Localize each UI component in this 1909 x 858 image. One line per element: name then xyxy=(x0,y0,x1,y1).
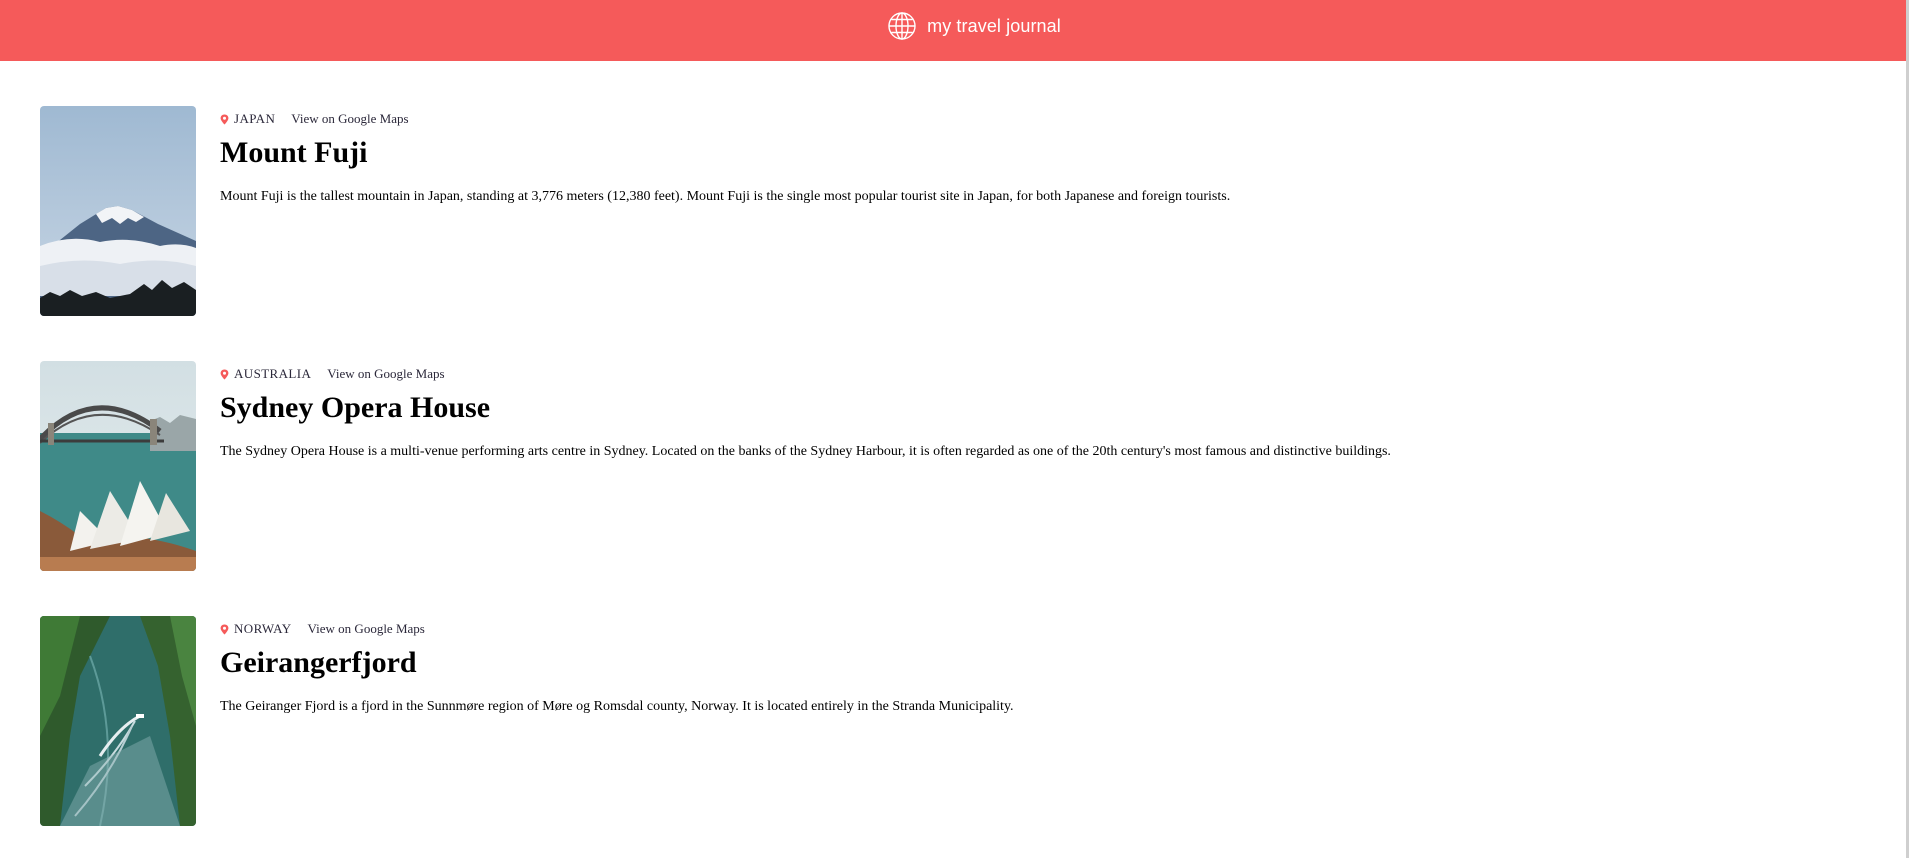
entry-description: Mount Fuji is the tallest mountain in Ja… xyxy=(220,189,1231,204)
brand: my travel journal xyxy=(887,11,1061,41)
journal-entry: AUSTRALIA View on Google Maps Sydney Ope… xyxy=(40,361,1860,571)
entry-info: NORWAY View on Google Maps Geirangerfjor… xyxy=(220,616,1820,716)
entry-photo-sydney-opera-house xyxy=(40,361,196,571)
entry-meta: AUSTRALIA View on Google Maps xyxy=(220,361,1820,387)
map-pin-icon xyxy=(220,114,229,124)
journal-entry: NORWAY View on Google Maps Geirangerfjor… xyxy=(40,616,1860,826)
entry-country: AUSTRALIA xyxy=(234,366,312,381)
google-maps-link[interactable]: View on Google Maps xyxy=(327,366,444,382)
entry-title: Sydney Opera House xyxy=(220,391,491,424)
entry-meta: JAPAN View on Google Maps xyxy=(220,106,1820,132)
google-maps-link[interactable]: View on Google Maps xyxy=(308,621,425,637)
entry-title: Mount Fuji xyxy=(220,136,368,169)
entry-country: JAPAN xyxy=(234,111,276,126)
entry-photo-mount-fuji xyxy=(40,106,196,316)
globe-icon xyxy=(888,12,916,40)
entry-photo-geirangerfjord xyxy=(40,616,196,826)
entry-country: NORWAY xyxy=(234,621,292,636)
map-pin-icon xyxy=(220,369,229,379)
entry-meta: NORWAY View on Google Maps xyxy=(220,616,1820,642)
entry-description: The Geiranger Fjord is a fjord in the Su… xyxy=(220,699,1014,714)
google-maps-link[interactable]: View on Google Maps xyxy=(291,111,408,127)
entry-title: Geirangerfjord xyxy=(220,646,417,679)
journal-entry: JAPAN View on Google Maps Mount Fuji Mou… xyxy=(40,106,1860,316)
entry-info: AUSTRALIA View on Google Maps Sydney Ope… xyxy=(220,361,1820,461)
entry-info: JAPAN View on Google Maps Mount Fuji Mou… xyxy=(220,106,1820,206)
entry-description: The Sydney Opera House is a multi-venue … xyxy=(220,444,1391,459)
top-navbar: my travel journal xyxy=(0,0,1906,61)
app-title: my travel journal xyxy=(927,15,1061,36)
map-pin-icon xyxy=(220,624,229,634)
